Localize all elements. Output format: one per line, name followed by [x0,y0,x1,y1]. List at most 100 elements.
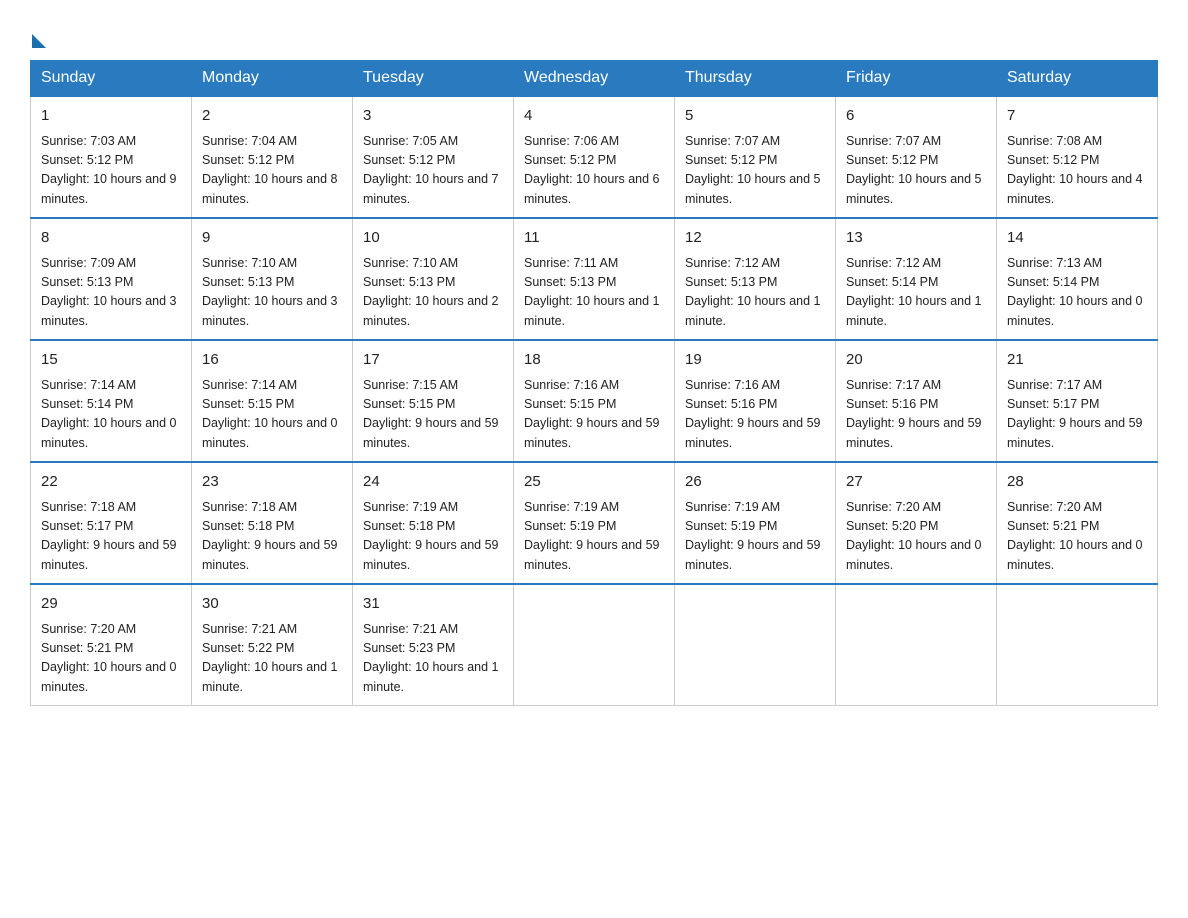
day-number: 25 [524,471,664,494]
day-info: Sunrise: 7:21 AMSunset: 5:22 PMDaylight:… [202,620,342,698]
day-number: 15 [41,349,181,372]
calendar-cell: 9 Sunrise: 7:10 AMSunset: 5:13 PMDaylight… [192,218,353,340]
day-info: Sunrise: 7:13 AMSunset: 5:14 PMDaylight:… [1007,254,1147,332]
day-number: 10 [363,227,503,250]
day-info: Sunrise: 7:19 AMSunset: 5:19 PMDaylight:… [524,498,664,576]
weekday-header-friday: Friday [836,61,997,97]
day-info: Sunrise: 7:06 AMSunset: 5:12 PMDaylight:… [524,132,664,210]
day-number: 8 [41,227,181,250]
day-number: 17 [363,349,503,372]
calendar-cell: 1 Sunrise: 7:03 AMSunset: 5:12 PMDaylight… [31,96,192,218]
calendar-cell: 30 Sunrise: 7:21 AMSunset: 5:22 PMDayligh… [192,584,353,706]
day-info: Sunrise: 7:15 AMSunset: 5:15 PMDaylight:… [363,376,503,454]
calendar-cell: 20Sunrise: 7:17 AMSunset: 5:16 PMDayligh… [836,340,997,462]
calendar-cell [514,584,675,706]
calendar-cell: 31 Sunrise: 7:21 AMSunset: 5:23 PMDayligh… [353,584,514,706]
calendar-cell: 5 Sunrise: 7:07 AMSunset: 5:12 PMDaylight… [675,96,836,218]
day-number: 13 [846,227,986,250]
week-row-5: 29 Sunrise: 7:20 AMSunset: 5:21 PMDayligh… [31,584,1158,706]
calendar-cell: 16 Sunrise: 7:14 AMSunset: 5:15 PMDayligh… [192,340,353,462]
day-number: 23 [202,471,342,494]
calendar-cell [675,584,836,706]
calendar-cell [836,584,997,706]
weekday-header-thursday: Thursday [675,61,836,97]
calendar-cell: 27 Sunrise: 7:20 AMSunset: 5:20 PMDayligh… [836,462,997,584]
day-number: 5 [685,105,825,128]
day-info: Sunrise: 7:12 AMSunset: 5:13 PMDaylight:… [685,254,825,332]
day-info: Sunrise: 7:11 AMSunset: 5:13 PMDaylight:… [524,254,664,332]
day-number: 26 [685,471,825,494]
day-info: Sunrise: 7:16 AMSunset: 5:15 PMDaylight:… [524,376,664,454]
weekday-header-saturday: Saturday [997,61,1158,97]
day-info: Sunrise: 7:10 AMSunset: 5:13 PMDaylight:… [202,254,342,332]
calendar-cell: 18Sunrise: 7:16 AMSunset: 5:15 PMDayligh… [514,340,675,462]
day-info: Sunrise: 7:17 AMSunset: 5:17 PMDaylight:… [1007,376,1147,454]
day-info: Sunrise: 7:18 AMSunset: 5:18 PMDaylight:… [202,498,342,576]
day-info: Sunrise: 7:04 AMSunset: 5:12 PMDaylight:… [202,132,342,210]
day-number: 29 [41,593,181,616]
page-header [30,20,1158,50]
week-row-1: 1 Sunrise: 7:03 AMSunset: 5:12 PMDaylight… [31,96,1158,218]
calendar-cell: 2 Sunrise: 7:04 AMSunset: 5:12 PMDaylight… [192,96,353,218]
day-number: 31 [363,593,503,616]
weekday-header-sunday: Sunday [31,61,192,97]
calendar-cell: 26Sunrise: 7:19 AMSunset: 5:19 PMDayligh… [675,462,836,584]
day-number: 7 [1007,105,1147,128]
day-info: Sunrise: 7:10 AMSunset: 5:13 PMDaylight:… [363,254,503,332]
weekday-header-monday: Monday [192,61,353,97]
day-info: Sunrise: 7:16 AMSunset: 5:16 PMDaylight:… [685,376,825,454]
day-number: 16 [202,349,342,372]
calendar-cell: 11 Sunrise: 7:11 AMSunset: 5:13 PMDayligh… [514,218,675,340]
day-info: Sunrise: 7:14 AMSunset: 5:15 PMDaylight:… [202,376,342,454]
week-row-4: 22Sunrise: 7:18 AMSunset: 5:17 PMDayligh… [31,462,1158,584]
calendar-cell: 28 Sunrise: 7:20 AMSunset: 5:21 PMDayligh… [997,462,1158,584]
day-info: Sunrise: 7:19 AMSunset: 5:18 PMDaylight:… [363,498,503,576]
day-number: 12 [685,227,825,250]
logo [30,30,46,50]
calendar-cell: 21Sunrise: 7:17 AMSunset: 5:17 PMDayligh… [997,340,1158,462]
day-number: 24 [363,471,503,494]
day-number: 11 [524,227,664,250]
day-number: 3 [363,105,503,128]
calendar-table: SundayMondayTuesdayWednesdayThursdayFrid… [30,60,1158,706]
day-info: Sunrise: 7:12 AMSunset: 5:14 PMDaylight:… [846,254,986,332]
calendar-cell [997,584,1158,706]
day-info: Sunrise: 7:08 AMSunset: 5:12 PMDaylight:… [1007,132,1147,210]
calendar-cell: 14 Sunrise: 7:13 AMSunset: 5:14 PMDayligh… [997,218,1158,340]
day-number: 14 [1007,227,1147,250]
day-info: Sunrise: 7:21 AMSunset: 5:23 PMDaylight:… [363,620,503,698]
logo-arrow-icon [32,34,46,48]
day-info: Sunrise: 7:03 AMSunset: 5:12 PMDaylight:… [41,132,181,210]
day-info: Sunrise: 7:20 AMSunset: 5:21 PMDaylight:… [41,620,181,698]
calendar-cell: 15Sunrise: 7:14 AMSunset: 5:14 PMDayligh… [31,340,192,462]
calendar-cell: 23 Sunrise: 7:18 AMSunset: 5:18 PMDayligh… [192,462,353,584]
day-number: 6 [846,105,986,128]
day-number: 1 [41,105,181,128]
calendar-cell: 8 Sunrise: 7:09 AMSunset: 5:13 PMDaylight… [31,218,192,340]
calendar-cell: 6Sunrise: 7:07 AMSunset: 5:12 PMDaylight… [836,96,997,218]
calendar-cell: 19Sunrise: 7:16 AMSunset: 5:16 PMDayligh… [675,340,836,462]
day-number: 20 [846,349,986,372]
week-row-2: 8 Sunrise: 7:09 AMSunset: 5:13 PMDaylight… [31,218,1158,340]
day-info: Sunrise: 7:20 AMSunset: 5:20 PMDaylight:… [846,498,986,576]
day-info: Sunrise: 7:07 AMSunset: 5:12 PMDaylight:… [685,132,825,210]
calendar-cell: 24 Sunrise: 7:19 AMSunset: 5:18 PMDayligh… [353,462,514,584]
day-number: 9 [202,227,342,250]
calendar-cell: 3 Sunrise: 7:05 AMSunset: 5:12 PMDaylight… [353,96,514,218]
calendar-cell: 12 Sunrise: 7:12 AMSunset: 5:13 PMDayligh… [675,218,836,340]
calendar-cell: 25 Sunrise: 7:19 AMSunset: 5:19 PMDayligh… [514,462,675,584]
day-number: 27 [846,471,986,494]
weekday-header-wednesday: Wednesday [514,61,675,97]
day-number: 22 [41,471,181,494]
day-number: 28 [1007,471,1147,494]
day-number: 4 [524,105,664,128]
calendar-cell: 17 Sunrise: 7:15 AMSunset: 5:15 PMDayligh… [353,340,514,462]
calendar-cell: 4 Sunrise: 7:06 AMSunset: 5:12 PMDaylight… [514,96,675,218]
day-info: Sunrise: 7:20 AMSunset: 5:21 PMDaylight:… [1007,498,1147,576]
day-number: 30 [202,593,342,616]
calendar-cell: 29 Sunrise: 7:20 AMSunset: 5:21 PMDayligh… [31,584,192,706]
day-number: 2 [202,105,342,128]
day-info: Sunrise: 7:09 AMSunset: 5:13 PMDaylight:… [41,254,181,332]
weekday-header-tuesday: Tuesday [353,61,514,97]
day-info: Sunrise: 7:05 AMSunset: 5:12 PMDaylight:… [363,132,503,210]
